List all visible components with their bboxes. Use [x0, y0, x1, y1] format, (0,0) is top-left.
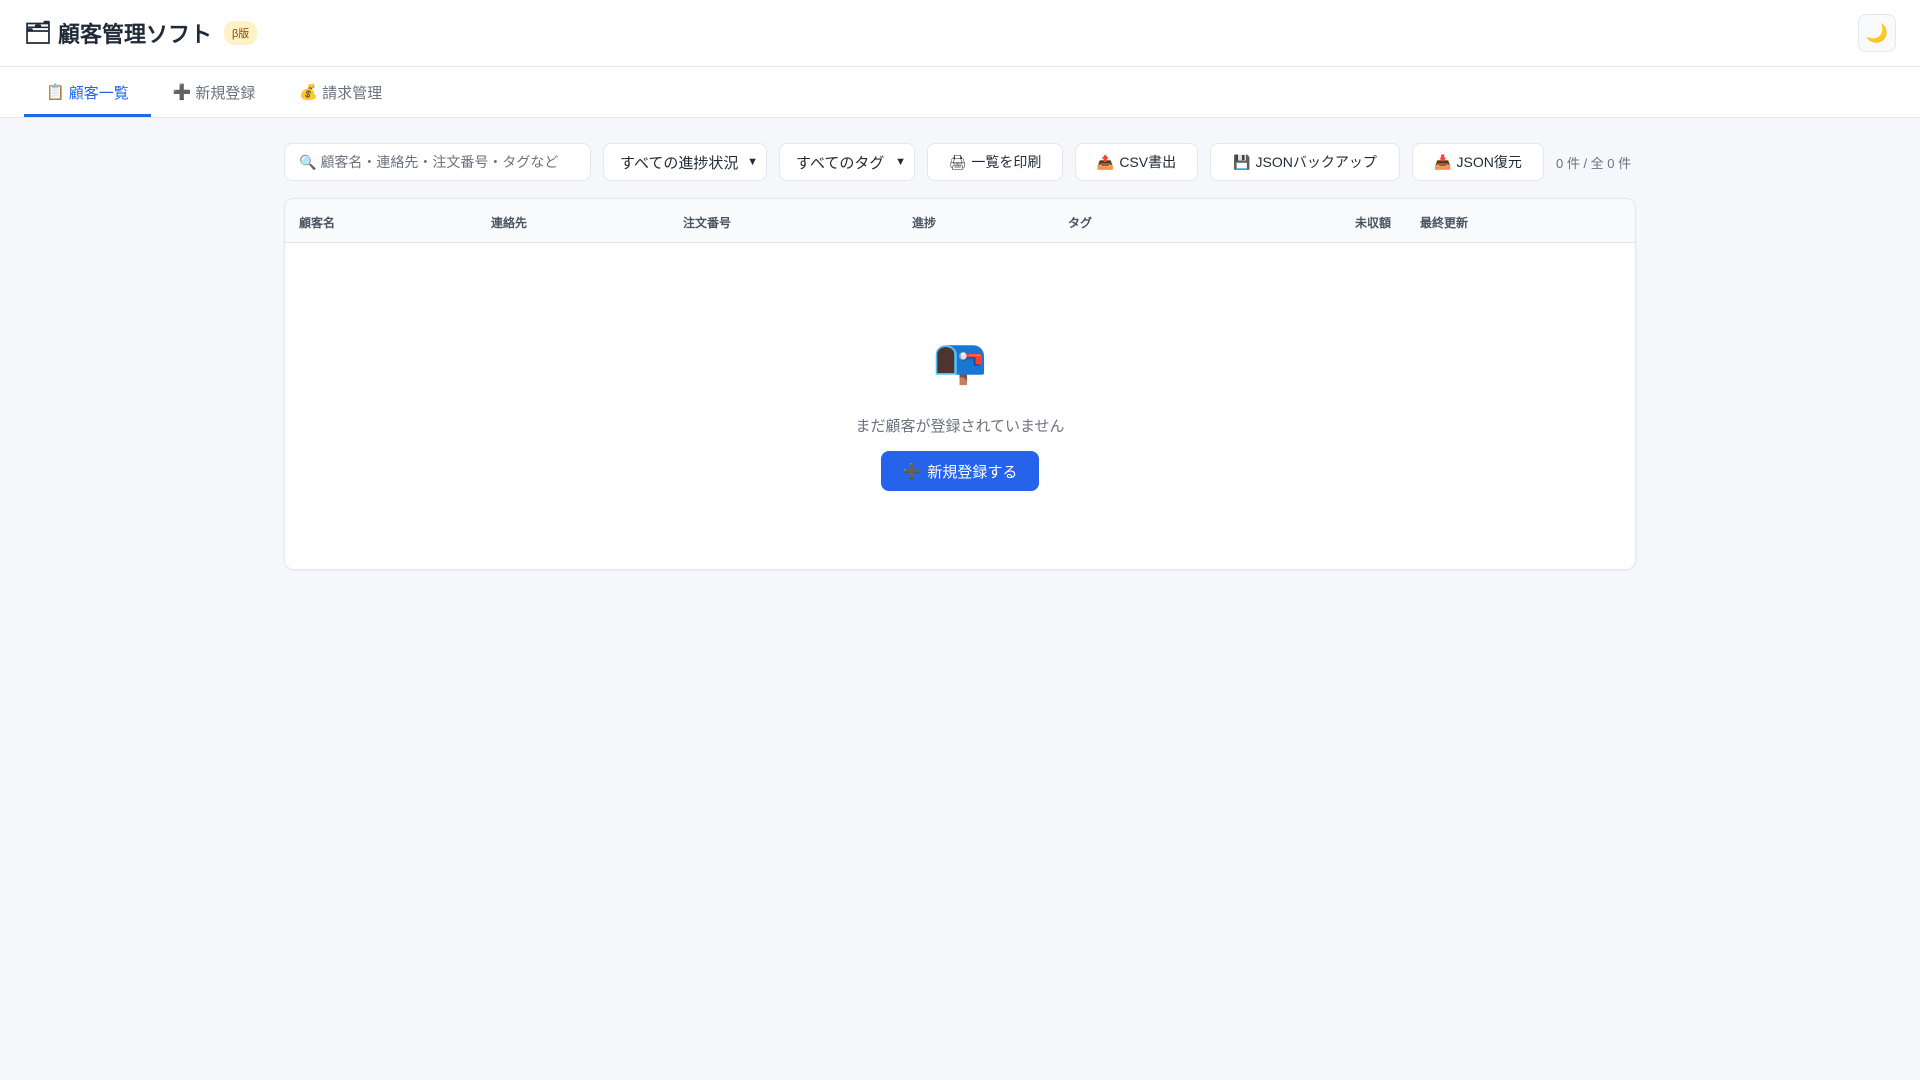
money-bag-icon: 💰	[299, 84, 319, 101]
chevron-down-icon: ▼	[747, 156, 758, 168]
column-header-tags[interactable]: タグ	[1068, 214, 1092, 231]
column-header-progress[interactable]: 進捗	[912, 214, 936, 231]
result-count: 0 件 / 全 0 件	[1556, 155, 1632, 171]
status-filter-value: すべての進捗状況	[620, 154, 739, 172]
column-header-unpaid[interactable]: 未収額	[1355, 214, 1391, 231]
new-registration-label: 新規登録する	[927, 463, 1018, 481]
column-header-contact[interactable]: 連絡先	[491, 214, 527, 231]
clipboard-icon: 📋	[46, 84, 65, 101]
mailbox-icon: 📭	[932, 337, 988, 386]
toolbar: 🔍 すべての進捗状況 ▼ すべてのタグ ▼ 🖨一覧を印刷 📤CSV書出 💾JSONバ…	[284, 143, 1636, 181]
moon-icon: 🌙	[1865, 22, 1889, 43]
print-label: 一覧を印刷	[971, 154, 1042, 170]
json-restore-button[interactable]: 📥 JSON復元	[1412, 143, 1544, 181]
card-index-icon: 🗂	[24, 20, 52, 45]
app-title: 🗂 顧客管理ソフト	[24, 17, 212, 49]
tab-bar: 📋 顧客一覧 ➕ 新規登録 💰 請求管理	[0, 67, 1920, 118]
csv-label: CSV書出	[1119, 154, 1177, 170]
tag-filter-select[interactable]: すべてのタグ ▼	[779, 143, 915, 181]
empty-message: まだ顧客が登録されていません	[855, 418, 1065, 435]
empty-state: 📭 まだ顧客が登録されていません ➕ 新規登録する	[285, 337, 1635, 491]
json-backup-button[interactable]: 💾 JSONバックアップ	[1210, 143, 1400, 181]
plus-icon: ➕	[902, 463, 922, 480]
restore-label: JSON復元	[1456, 154, 1522, 170]
table-header: 顧客名 連絡先 注文番号 進捗 タグ 未収額 最終更新	[285, 199, 1635, 243]
customer-table: 顧客名 連絡先 注文番号 進捗 タグ 未収額 最終更新 📭 まだ顧客が登録されて…	[284, 198, 1636, 570]
inbox-icon: 📥	[1434, 153, 1452, 170]
tab-label: 顧客一覧	[68, 84, 129, 102]
tab-customer-list[interactable]: 📋 顧客一覧	[24, 67, 151, 117]
column-header-order-number[interactable]: 注文番号	[683, 214, 731, 231]
search-icon: 🔍	[299, 153, 317, 170]
status-filter-select[interactable]: すべての進捗状況 ▼	[603, 143, 767, 181]
printer-icon: 🖨	[948, 153, 967, 170]
tab-new-registration[interactable]: ➕ 新規登録	[151, 67, 278, 117]
search-box: 🔍	[284, 143, 591, 181]
print-button[interactable]: 🖨 一覧を印刷	[927, 143, 1063, 181]
tab-billing[interactable]: 💰 請求管理	[277, 67, 404, 117]
plus-icon: ➕	[172, 84, 192, 101]
floppy-disk-icon: 💾	[1233, 153, 1251, 170]
tab-label: 新規登録	[195, 84, 256, 102]
column-header-name[interactable]: 顧客名	[299, 214, 335, 231]
app-header: 🗂 顧客管理ソフト β版 🌙	[0, 0, 1920, 67]
chevron-down-icon: ▼	[895, 156, 906, 168]
search-input[interactable]	[320, 154, 571, 170]
tab-label: 請求管理	[322, 84, 383, 102]
theme-toggle-button[interactable]: 🌙	[1858, 14, 1896, 52]
beta-badge: β版	[223, 21, 258, 45]
tag-filter-value: すべてのタグ	[796, 154, 885, 172]
app-title-text: 顧客管理ソフト	[57, 22, 212, 47]
outbox-icon: 📤	[1096, 153, 1115, 170]
backup-label: JSONバックアップ	[1255, 154, 1377, 170]
column-header-updated[interactable]: 最終更新	[1420, 214, 1468, 231]
csv-export-button[interactable]: 📤 CSV書出	[1075, 143, 1198, 181]
new-registration-button[interactable]: ➕ 新規登録する	[880, 451, 1040, 491]
